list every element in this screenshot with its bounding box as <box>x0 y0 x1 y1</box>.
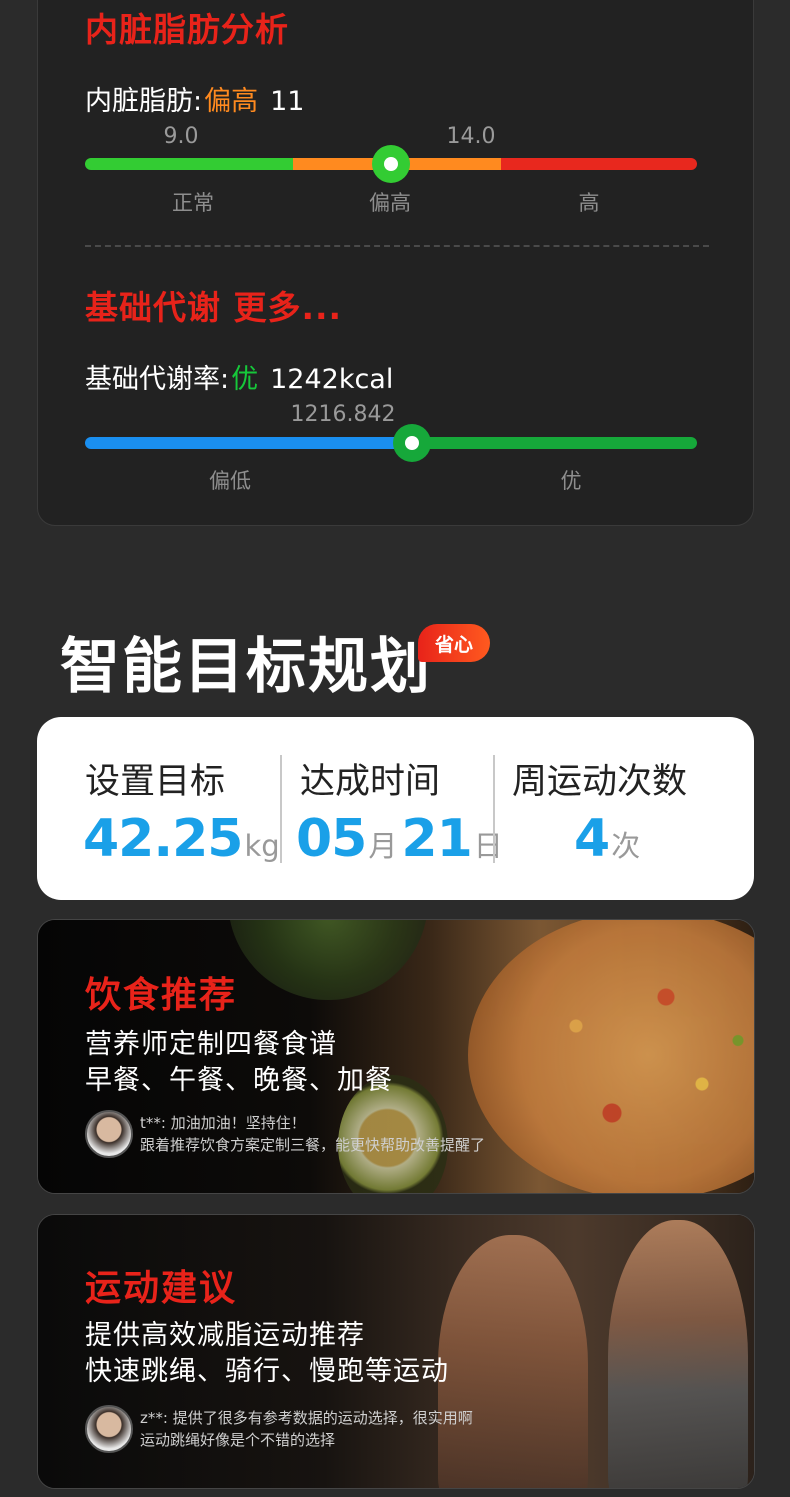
bmr-level: 优 <box>231 364 259 395</box>
diet-line-2: 早餐、午餐、晚餐、加餐 <box>85 1065 393 1096</box>
bmr-label: 基础代谢率: <box>85 364 230 395</box>
visceral-zone-high: 偏高 <box>369 191 411 215</box>
goal-weekly-workouts: 周运动次数 4次 <box>494 717 754 900</box>
exercise-comment-text: 运动跳绳好像是个不错的选择 <box>140 1431 336 1449</box>
bmr-zone-low: 偏低 <box>209 469 251 493</box>
diet-recommendation-card[interactable]: 饮食推荐 营养师定制四餐食谱 早餐、午餐、晚餐、加餐 t**: 加油加油！坚持住… <box>37 919 755 1194</box>
visceral-fat-title: 内脏脂肪分析 <box>85 10 289 49</box>
goal-target-unit: kg <box>244 829 280 863</box>
goal-workouts-value-group: 4次 <box>574 809 640 869</box>
goal-date-label: 达成时间 <box>300 762 441 802</box>
exercise-comment: z**: 提供了很多有参考数据的运动选择，很实用啊 运动跳绳好像是个不错的选择 <box>140 1407 473 1451</box>
goal-achieve-date: 达成时间 05月21日 <box>282 717 503 900</box>
exercise-comment-avatar <box>85 1405 133 1453</box>
visceral-tick-low: 9.0 <box>163 124 199 149</box>
visceral-fat-label: 内脏脂肪: <box>85 86 203 117</box>
goal-target-label: 设置目标 <box>85 762 226 802</box>
bmr-bar-good <box>409 437 697 449</box>
goal-workouts-value: 4 <box>574 809 610 869</box>
bmr-value: 1242kcal <box>270 364 394 395</box>
visceral-fat-metric: 内脏脂肪:偏高 11 <box>85 79 304 118</box>
diet-comment-avatar <box>85 1110 133 1158</box>
goal-workouts-unit: 次 <box>611 829 641 863</box>
goal-date-value-group: 05月21日 <box>296 809 503 869</box>
goal-target-value: 42.25 <box>83 809 243 869</box>
diet-comment-user: t**: 加油加油！坚持住！ <box>140 1114 306 1132</box>
visceral-fat-level: 偏高 <box>204 86 259 117</box>
goal-target-weight: 设置目标 42.25kg <box>37 717 282 900</box>
section-divider <box>85 245 709 247</box>
goal-section-title: 智能目标规划 <box>60 632 432 702</box>
visceral-fat-value: 11 <box>270 86 305 117</box>
goal-workouts-label: 周运动次数 <box>512 762 688 802</box>
goal-date-month: 05 <box>296 809 367 869</box>
visceral-zone-normal: 正常 <box>172 191 214 215</box>
analysis-card: 内脏脂肪分析 内脏脂肪:偏高 11 9.0 14.0 正常 偏高 高 基础代谢 更… <box>37 0 754 526</box>
exercise-suggestion-card[interactable]: 运动建议 提供高效减脂运动推荐 快速跳绳、骑行、慢跑等运动 z**: 提供了很多… <box>37 1214 755 1489</box>
visceral-bar-very-high <box>501 158 697 170</box>
exercise-title: 运动建议 <box>85 1268 238 1309</box>
exercise-line-2: 快速跳绳、骑行、慢跑等运动 <box>85 1356 449 1387</box>
diet-comment: t**: 加油加油！坚持住！ 跟着推荐饮食方案定制三餐，能更快帮助改善提醒了 <box>140 1112 485 1156</box>
man-trainer-image <box>608 1220 748 1488</box>
visceral-zone-very-high: 高 <box>578 191 600 215</box>
bmr-tick: 1216.842 <box>290 402 396 427</box>
exercise-line-1: 提供高效减脂运动推荐 <box>85 1320 365 1351</box>
bmr-metric: 基础代谢率:优 1242kcal <box>85 357 393 396</box>
visceral-bar-normal <box>85 158 294 170</box>
exercise-comment-user: z**: 提供了很多有参考数据的运动选择，很实用啊 <box>140 1409 473 1427</box>
bmr-bar <box>85 437 697 449</box>
visceral-tick-high: 14.0 <box>446 124 496 149</box>
bmr-bar-low <box>85 437 410 449</box>
diet-comment-text: 跟着推荐饮食方案定制三餐，能更快帮助改善提醒了 <box>140 1136 486 1154</box>
goal-date-month-unit: 月 <box>368 829 398 863</box>
bmr-title[interactable]: 基础代谢 更多... <box>85 281 342 329</box>
diet-line-1: 营养师定制四餐食谱 <box>85 1029 337 1060</box>
goal-card: 设置目标 42.25kg 达成时间 05月21日 周运动次数 4次 <box>37 717 754 900</box>
goal-target-value-group: 42.25kg <box>83 809 280 869</box>
bmr-indicator <box>393 424 431 462</box>
diet-title: 饮食推荐 <box>85 975 238 1016</box>
visceral-fat-indicator <box>372 145 410 183</box>
goal-badge: 省心 <box>418 624 490 662</box>
bmr-zone-good: 优 <box>560 469 582 493</box>
goal-date-day: 21 <box>401 809 472 869</box>
